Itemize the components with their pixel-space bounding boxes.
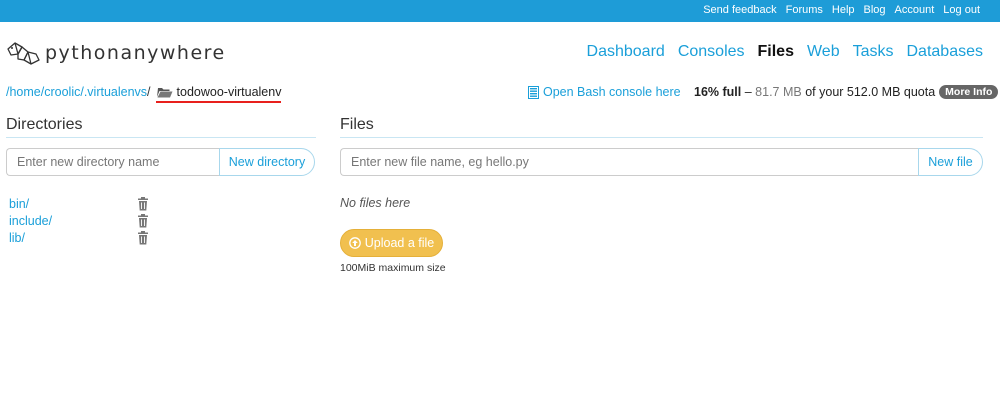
- new-file-form: New file: [340, 148, 983, 176]
- upload-file-label: Upload a file: [364, 236, 435, 250]
- blog-link[interactable]: Blog: [864, 4, 886, 16]
- upload-file-button[interactable]: Upload a file: [340, 229, 443, 257]
- list-item: bin/: [9, 195, 149, 212]
- nav-web[interactable]: Web: [807, 43, 840, 61]
- disk-quota: 16% full – 81.7 MB of your 512.0 MB quot…: [694, 85, 999, 99]
- upload-icon: [348, 237, 361, 249]
- more-info-button[interactable]: More Info: [939, 85, 999, 99]
- current-directory: todowoo-virtualenv: [155, 85, 282, 99]
- nav-databases[interactable]: Databases: [907, 43, 984, 61]
- current-directory-name: todowoo-virtualenv: [176, 85, 282, 99]
- red-underline-annotation: [156, 101, 281, 103]
- breadcrumb-home[interactable]: /home: [6, 85, 41, 99]
- terminal-icon: [528, 85, 539, 99]
- files-heading: Files: [340, 116, 983, 138]
- logout-link[interactable]: Log out: [943, 4, 980, 16]
- logo-text: pythonanywhere: [45, 42, 226, 64]
- directory-link[interactable]: bin/: [9, 197, 29, 211]
- list-item: include/: [9, 212, 149, 229]
- no-files-message: No files here: [340, 196, 411, 210]
- nav-files[interactable]: Files: [758, 43, 794, 61]
- new-directory-input[interactable]: [6, 148, 219, 176]
- python-snake-logo-icon: [7, 42, 40, 65]
- logo[interactable]: pythonanywhere: [6, 40, 226, 66]
- directory-link[interactable]: include/: [9, 214, 52, 228]
- new-file-input[interactable]: [340, 148, 918, 176]
- new-directory-form: New directory: [6, 148, 315, 176]
- quota-used: 81.7 MB: [755, 85, 802, 99]
- directories-heading: Directories: [6, 116, 316, 138]
- directory-list: bin/ include/ lib/: [9, 195, 149, 246]
- send-feedback-link[interactable]: Send feedback: [703, 4, 776, 16]
- nav-dashboard[interactable]: Dashboard: [587, 43, 665, 61]
- top-bar: Send feedback Forums Help Blog Account L…: [0, 0, 1000, 22]
- breadcrumb-croolic[interactable]: /croolic: [41, 85, 81, 99]
- upload-max-size: 100MiB maximum size: [340, 262, 446, 274]
- open-bash-console-label: Open Bash console here: [543, 85, 681, 99]
- list-item: lib/: [9, 229, 149, 246]
- new-directory-button[interactable]: New directory: [219, 148, 315, 176]
- open-bash-console-link[interactable]: Open Bash console here: [528, 85, 681, 99]
- forums-link[interactable]: Forums: [786, 4, 823, 16]
- folder-open-icon: [156, 88, 173, 98]
- directory-link[interactable]: lib/: [9, 231, 25, 245]
- quota-of-text: of your 512.0 MB quota: [805, 85, 936, 99]
- nav-tasks[interactable]: Tasks: [853, 43, 894, 61]
- trash-icon[interactable]: [137, 230, 149, 245]
- quota-percent: 16% full: [694, 85, 742, 99]
- breadcrumb-virtualenvs[interactable]: /.virtualenvs: [80, 85, 147, 99]
- help-link[interactable]: Help: [832, 4, 855, 16]
- quota-dash: –: [744, 85, 752, 99]
- trash-icon[interactable]: [137, 196, 149, 211]
- breadcrumb: /home /croolic /.virtualenvs / todowoo-v…: [6, 85, 281, 99]
- breadcrumb-separator: /: [147, 85, 151, 99]
- main-nav: Dashboard Consoles Files Web Tasks Datab…: [574, 43, 983, 61]
- nav-consoles[interactable]: Consoles: [678, 43, 745, 61]
- account-link[interactable]: Account: [895, 4, 935, 16]
- new-file-button[interactable]: New file: [918, 148, 983, 176]
- top-links: Send feedback Forums Help Blog Account L…: [694, 4, 980, 16]
- trash-icon[interactable]: [137, 213, 149, 228]
